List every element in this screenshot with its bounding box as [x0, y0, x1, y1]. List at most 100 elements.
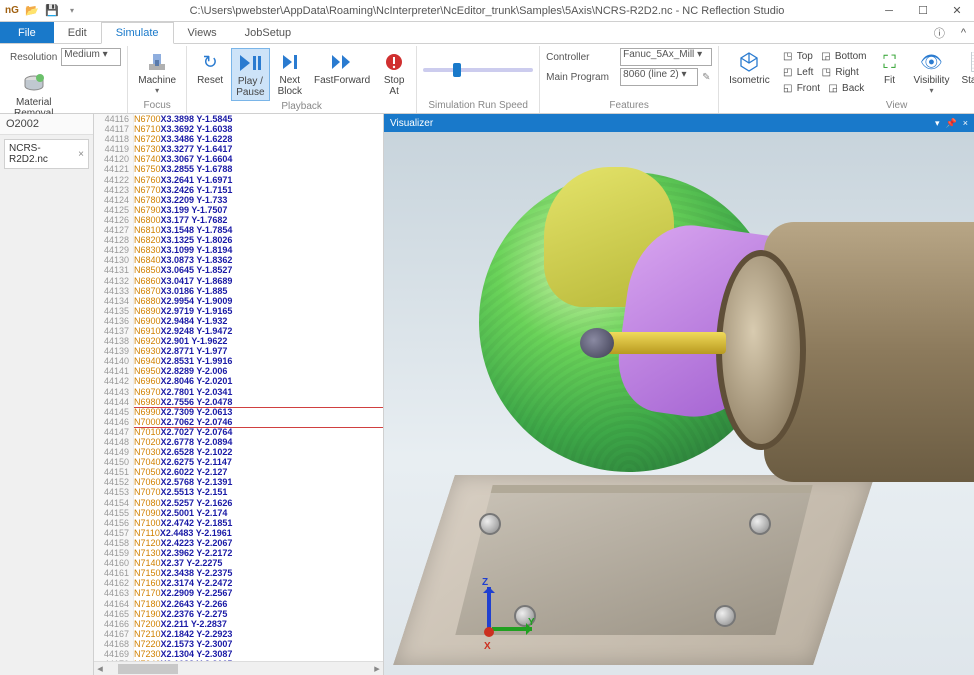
code-line[interactable]: 44136 N6900 X2.9484 Y-1.932 [94, 316, 383, 326]
code-line[interactable]: 44158 N7120 X2.4223 Y-2.2067 [94, 538, 383, 548]
code-line[interactable]: 44124 N6780 X3.2209 Y-1.733 [94, 195, 383, 205]
view-right-button[interactable]: ◳Right [816, 64, 861, 80]
code-line[interactable]: 44121 N6750 X3.2855 Y-1.6788 [94, 164, 383, 174]
tab-simulate[interactable]: Simulate [101, 22, 174, 44]
code-line[interactable]: 44147 N7010 X2.7027 Y-2.0764 [94, 427, 383, 437]
speed-slider[interactable] [423, 68, 533, 72]
code-line[interactable]: 44148 N7020 X2.6778 Y-2.0894 [94, 437, 383, 447]
code-line[interactable]: 44129 N6830 X3.1099 Y-1.8194 [94, 245, 383, 255]
code-line[interactable]: 44127 N6810 X3.1548 Y-1.7854 [94, 225, 383, 235]
ribbon-help-icon[interactable]: ⓘ [926, 22, 953, 43]
cube-back-icon: ◲ [826, 81, 840, 95]
code-line[interactable]: 44150 N7040 X2.6275 Y-2.1147 [94, 457, 383, 467]
code-line[interactable]: 44157 N7110 X2.4483 Y-2.1961 [94, 528, 383, 538]
code-line[interactable]: 44159 N7130 X2.3962 Y-2.2172 [94, 548, 383, 558]
play-pause-icon [238, 51, 262, 75]
code-line[interactable]: 44126 N6800 X3.177 Y-1.7682 [94, 215, 383, 225]
code-line[interactable]: 44168 N7220 X2.1573 Y-2.3007 [94, 639, 383, 649]
code-line[interactable]: 44141 N6950 X2.8289 Y-2.006 [94, 366, 383, 376]
fit-button[interactable]: ⛶ Fit [874, 48, 906, 88]
horizontal-scrollbar[interactable]: ◂▸ [94, 661, 383, 675]
edit-icon[interactable]: ✎ [702, 72, 710, 83]
code-line[interactable]: 44156 N7100 X2.4742 Y-2.1851 [94, 518, 383, 528]
code-line[interactable]: 44169 N7230 X2.1304 Y-2.3087 [94, 649, 383, 659]
code-line[interactable]: 44130 N6840 X3.0873 Y-1.8362 [94, 255, 383, 265]
code-line[interactable]: 44167 N7210 X2.1842 Y-2.2923 [94, 629, 383, 639]
code-line[interactable]: 44152 N7060 X2.5768 Y-2.1391 [94, 477, 383, 487]
code-line[interactable]: 44140 N6940 X2.8531 Y-1.9916 [94, 356, 383, 366]
code-line[interactable]: 44139 N6930 X2.8771 Y-1.977 [94, 346, 383, 356]
next-block-button[interactable]: Next Block [274, 48, 306, 99]
code-line[interactable]: 44118 N6720 X3.3486 Y-1.6228 [94, 134, 383, 144]
machine-button[interactable]: Machine ▾ [134, 48, 180, 97]
code-line[interactable]: 44132 N6860 X3.0417 Y-1.8689 [94, 276, 383, 286]
code-line[interactable]: 44154 N7080 X2.5257 Y-2.1626 [94, 498, 383, 508]
code-line[interactable]: 44151 N7050 X2.6022 Y-2.127 [94, 467, 383, 477]
code-line[interactable]: 44128 N6820 X3.1325 Y-1.8026 [94, 235, 383, 245]
view-top-button[interactable]: ◳Top [778, 48, 816, 64]
maximize-button[interactable]: ☐ [906, 0, 940, 22]
code-line[interactable]: 44155 N7090 X2.5001 Y-2.174 [94, 508, 383, 518]
file-tab[interactable]: File [0, 22, 54, 43]
tab-views[interactable]: Views [174, 22, 231, 43]
close-button[interactable]: ✕ [940, 0, 974, 22]
open-icon[interactable]: 📂 [24, 3, 40, 19]
controller-combo[interactable]: Fanuc_5Ax_Mill ▾ [620, 48, 712, 66]
view-front-button[interactable]: ◱Front [778, 80, 823, 96]
stop-at-button[interactable]: Stop At [378, 48, 410, 99]
view-left-button[interactable]: ◰Left [778, 64, 817, 80]
view-back-button[interactable]: ◲Back [823, 80, 867, 96]
code-line[interactable]: 44117 N6710 X3.3692 Y-1.6038 [94, 124, 383, 134]
code-line[interactable]: 44135 N6890 X2.9719 Y-1.9165 [94, 306, 383, 316]
code-line[interactable]: 44133 N6870 X3.0186 Y-1.885 [94, 286, 383, 296]
fast-forward-button[interactable]: FastForward [310, 48, 374, 88]
tab-edit[interactable]: Edit [54, 22, 101, 43]
view-bottom-button[interactable]: ◲Bottom [816, 48, 870, 64]
code-line[interactable]: 44116 N6700 X3.3898 Y-1.5845 [94, 114, 383, 124]
visualizer-canvas[interactable]: Z Y X [384, 132, 974, 675]
code-line[interactable]: 44164 N7180 X2.2643 Y-2.266 [94, 599, 383, 609]
panel-pin-icon[interactable]: 📌 [946, 118, 957, 129]
reset-button[interactable]: ↻ Reset [193, 48, 227, 88]
code-line[interactable]: 44163 N7170 X2.2909 Y-2.2567 [94, 588, 383, 598]
minimize-button[interactable]: ─ [872, 0, 906, 22]
code-line[interactable]: 44123 N6770 X3.2426 Y-1.7151 [94, 185, 383, 195]
code-line[interactable]: 44138 N6920 X2.901 Y-1.9622 [94, 336, 383, 346]
panel-menu-icon[interactable]: ▾ [935, 118, 940, 129]
panel-close-icon[interactable]: × [963, 118, 968, 129]
code-line[interactable]: 44160 N7140 X2.37 Y-2.2275 [94, 558, 383, 568]
play-pause-button[interactable]: Play / Pause [231, 48, 269, 101]
qat-dropdown-icon[interactable]: ▾ [64, 3, 80, 19]
code-line[interactable]: 44161 N7150 X2.3438 Y-2.2375 [94, 568, 383, 578]
code-line[interactable]: 44119 N6730 X3.3277 Y-1.6417 [94, 144, 383, 154]
code-line[interactable]: 44137 N6910 X2.9248 Y-1.9472 [94, 326, 383, 336]
file-tab-item[interactable]: NCRS-R2D2.nc × [4, 139, 89, 169]
code-line[interactable]: 44122 N6760 X3.2641 Y-1.6971 [94, 175, 383, 185]
cube-front-icon: ◱ [781, 81, 795, 95]
visualizer-titlebar[interactable]: Visualizer ▾ 📌 × [384, 114, 974, 132]
code-line[interactable]: 44162 N7160 X2.3174 Y-2.2472 [94, 578, 383, 588]
code-line[interactable]: 44131 N6850 X3.0645 Y-1.8527 [94, 265, 383, 275]
code-editor[interactable]: 44116 N6700 X3.3898 Y-1.584544117 N6710 … [94, 114, 384, 675]
save-icon[interactable]: 💾 [44, 3, 60, 19]
code-line[interactable]: 44120 N6740 X3.3067 Y-1.6604 [94, 154, 383, 164]
main-program-combo[interactable]: 8060 (line 2) ▾ [620, 68, 698, 86]
code-line[interactable]: 44143 N6970 X2.7801 Y-2.0341 [94, 387, 383, 397]
isometric-button[interactable]: Isometric [725, 48, 774, 88]
ribbon-collapse-icon[interactable]: ^ [953, 22, 974, 43]
tab-jobsetup[interactable]: JobSetup [231, 22, 305, 43]
visibility-button[interactable]: 👁 Visibility ▾ [910, 48, 954, 97]
code-line[interactable]: 44149 N7030 X2.6528 Y-2.1022 [94, 447, 383, 457]
code-line[interactable]: 44134 N6880 X2.9954 Y-1.9009 [94, 296, 383, 306]
code-line[interactable]: 44165 N7190 X2.2376 Y-2.275 [94, 609, 383, 619]
code-line[interactable]: 44142 N6960 X2.8046 Y-2.0201 [94, 376, 383, 386]
code-line[interactable]: 44144 N6980 X2.7556 Y-2.0478 [94, 397, 383, 407]
code-line[interactable]: 44166 N7200 X2.211 Y-2.2837 [94, 619, 383, 629]
code-line[interactable]: 44125 N6790 X3.199 Y-1.7507 [94, 205, 383, 215]
close-file-icon[interactable]: × [78, 149, 84, 160]
statistics-button[interactable]: 📊 Statistics ▾ [957, 48, 974, 97]
resolution-combo[interactable]: Medium ▾ [61, 48, 121, 66]
code-line[interactable]: 44153 N7070 X2.5513 Y-2.151 [94, 487, 383, 497]
code-line[interactable]: 44146 N7000 X2.7062 Y-2.0746 [94, 417, 383, 427]
code-line[interactable]: 44145 N6990 X2.7309 Y-2.0613 [94, 407, 383, 417]
